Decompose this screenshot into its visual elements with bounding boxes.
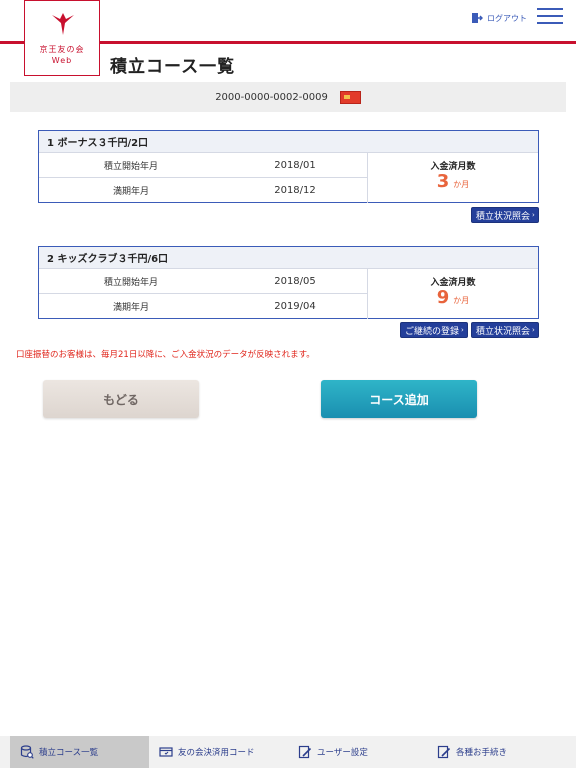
edit-document-icon (298, 745, 312, 759)
chevron-right-icon: › (532, 211, 535, 219)
app-header: 京王友の会 Web ログアウト (0, 0, 576, 76)
course-end-row: 満期年月 2019/04 (39, 294, 367, 319)
renewal-register-button[interactable]: ご継続の登録 › (400, 322, 468, 338)
course-end-row: 満期年月 2018/12 (39, 178, 367, 203)
end-label: 満期年月 (112, 303, 149, 313)
status-inquiry-button-2[interactable]: 積立状況照会 › (471, 322, 539, 338)
chevron-right-icon: › (461, 326, 464, 334)
logo-text-web: Web (51, 56, 73, 65)
tab-course-list[interactable]: 積立コース一覧 (10, 736, 149, 768)
credit-card-icon (339, 90, 361, 104)
page-title: 積立コース一覧 (110, 57, 236, 77)
tab-procedures[interactable]: 各種お手続き (427, 736, 566, 768)
tab-label: 積立コース一覧 (39, 748, 99, 758)
add-course-button[interactable]: コース追加 (321, 380, 477, 418)
start-label: 積立開始年月 (103, 161, 158, 172)
end-label: 満期年月 (112, 187, 149, 197)
keio-tomonokai-logo[interactable]: 京王友の会 Web (24, 0, 100, 76)
tab-payment-code[interactable]: 友の会決済用コード (149, 736, 288, 768)
start-value: 2018/01 (274, 159, 316, 171)
paid-months-unit: か月 (453, 180, 470, 189)
status-inquiry-button-1[interactable]: 積立状況照会 › (471, 207, 539, 223)
tab-label: ユーザー設定 (317, 748, 368, 758)
course-card-1: 1 ボーナス３千円/2口 積立開始年月 2018/01 満期年月 2018/12… (38, 130, 539, 203)
tab-label: 各種お手続き (456, 748, 508, 758)
card-payment-icon (159, 747, 173, 757)
end-value: 2018/12 (274, 185, 316, 196)
course-start-row: 積立開始年月 2018/01 (39, 153, 367, 178)
course-start-row: 積立開始年月 2018/05 (39, 269, 367, 294)
database-search-icon (20, 745, 34, 759)
paid-months-box: 入金済月数 9 か月 (367, 269, 538, 319)
course-card-2: 2 キッズクラブ３千円/6口 積立開始年月 2018/05 満期年月 2019/… (38, 246, 539, 319)
paid-months-count: 3 (436, 171, 450, 192)
status-inquiry-label: 積立状況照会 (476, 211, 531, 222)
start-label: 積立開始年月 (103, 277, 158, 288)
start-value: 2018/05 (274, 275, 316, 287)
end-value: 2019/04 (274, 301, 316, 312)
edit-document-icon (437, 745, 451, 759)
paid-months-unit: か月 (453, 296, 470, 305)
chevron-right-icon: › (532, 326, 535, 334)
paid-months-count: 9 (436, 287, 450, 308)
bird-logo-icon (52, 13, 74, 35)
back-button[interactable]: もどる (43, 380, 199, 418)
bottom-tab-bar: 積立コース一覧 友の会決済用コード ユーザー設定 各種お手続き (0, 736, 576, 768)
bank-transfer-notice: 口座振替のお客様は、毎月21日以降に、ご入金状況のデータが反映されます。 (16, 350, 315, 360)
course-name: 2 キッズクラブ３千円/6口 (39, 247, 538, 269)
account-bar: 2000-0000-0002-0009 (10, 82, 566, 112)
hamburger-menu-icon[interactable] (537, 8, 563, 24)
status-inquiry-label: 積立状況照会 (476, 326, 531, 337)
logout-button[interactable]: ログアウト (471, 11, 527, 25)
course-name: 1 ボーナス３千円/2口 (39, 131, 538, 153)
tab-user-settings[interactable]: ユーザー設定 (288, 736, 427, 768)
account-number: 2000-0000-0002-0009 (215, 91, 328, 103)
tab-label: 友の会決済用コード (178, 748, 255, 758)
renewal-register-label: ご継続の登録 (405, 326, 460, 337)
logout-icon (472, 13, 483, 23)
logo-text-name: 京王友の会 (39, 45, 85, 54)
paid-months-box: 入金済月数 3 か月 (367, 153, 538, 203)
logout-label: ログアウト (487, 13, 527, 23)
